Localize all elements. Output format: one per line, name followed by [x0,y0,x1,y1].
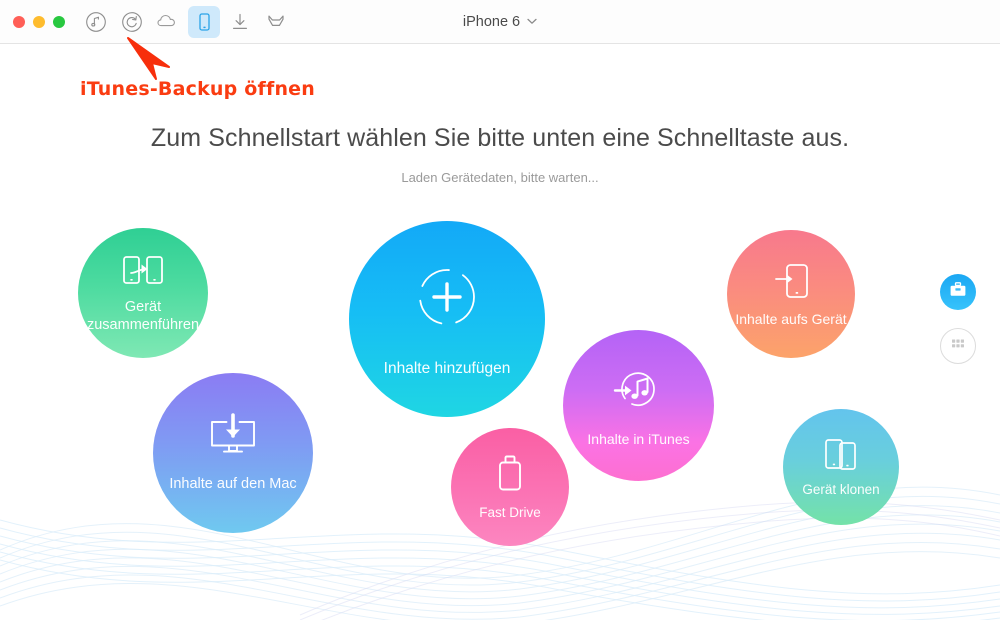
page-title: Zum Schnellstart wählen Sie bitte unten … [150,124,850,152]
grid-apps-icon [949,335,967,358]
maximize-button[interactable] [53,16,65,28]
toolbox-icon [948,280,968,305]
two-phones-arrow-icon [120,251,166,293]
bubble-merge-device-label: Gerät zusammenführen [81,299,205,334]
music-note-arrow-circle-icon [611,363,667,419]
toolbar-item-toolbox[interactable] [260,6,292,38]
phone-arrow-in-icon [769,259,813,303]
bubble-clone-device-label: Gerät klonen [802,481,880,497]
close-button[interactable] [13,16,25,28]
bubble-merge-device[interactable]: Gerät zusammenführen [78,228,208,358]
bubble-content-to-itunes[interactable]: Inhalte in iTunes [563,330,714,481]
two-phones-icon [821,436,861,476]
cloud-icon [156,11,180,33]
toolbar-item-download[interactable] [224,6,256,38]
monitor-download-icon [204,412,262,462]
bubble-clone-device[interactable]: Gerät klonen [783,409,899,525]
toolbox-outline-icon [265,11,287,33]
toolbar-icons [80,6,296,38]
bubble-fast-drive-label: Fast Drive [479,504,541,520]
toolbar-item-device[interactable] [188,6,220,38]
minimize-button[interactable] [33,16,45,28]
bubble-content-to-mac-label: Inhalte auf den Mac [169,476,297,493]
bubble-add-content[interactable]: Inhalte hinzufügen [349,221,545,417]
bubble-content-to-device-label: Inhalte aufs Gerät [735,311,847,328]
toolbar-item-itunes-backup[interactable] [116,6,148,38]
bubble-content-to-mac[interactable]: Inhalte auf den Mac [153,373,313,533]
status-text: Laden Gerätedaten, bitte warten... [401,170,599,185]
chevron-down-icon [527,17,537,28]
bubble-label-line1: Gerät [124,299,162,316]
download-icon [229,11,251,33]
annotation-label: iTunes-Backup öffnen [80,78,315,100]
bubble-add-content-label: Inhalte hinzufügen [383,359,511,377]
dashed-circle-plus-icon [410,260,484,334]
device-name-label: iPhone 6 [462,14,521,30]
side-button-apps-grid[interactable] [940,328,976,364]
bubble-content-to-itunes-label: Inhalte in iTunes [587,430,690,447]
bubble-label-line2: zusammenführen [86,317,200,333]
window-controls [13,16,65,28]
toolbar-item-icloud[interactable] [152,6,184,38]
usb-drive-icon [493,453,527,497]
backup-restore-circle-icon [121,11,143,33]
phone-icon [194,11,214,33]
side-button-toolbox[interactable] [940,274,976,310]
app-window: iPhone 6 iTunes-Backup öffnen Zum Schnel… [0,0,1000,620]
music-note-circle-icon [85,11,107,33]
toolbar-item-music[interactable] [80,6,112,38]
bubble-fast-drive[interactable]: Fast Drive [451,428,569,546]
bubble-content-to-device[interactable]: Inhalte aufs Gerät [727,230,855,358]
